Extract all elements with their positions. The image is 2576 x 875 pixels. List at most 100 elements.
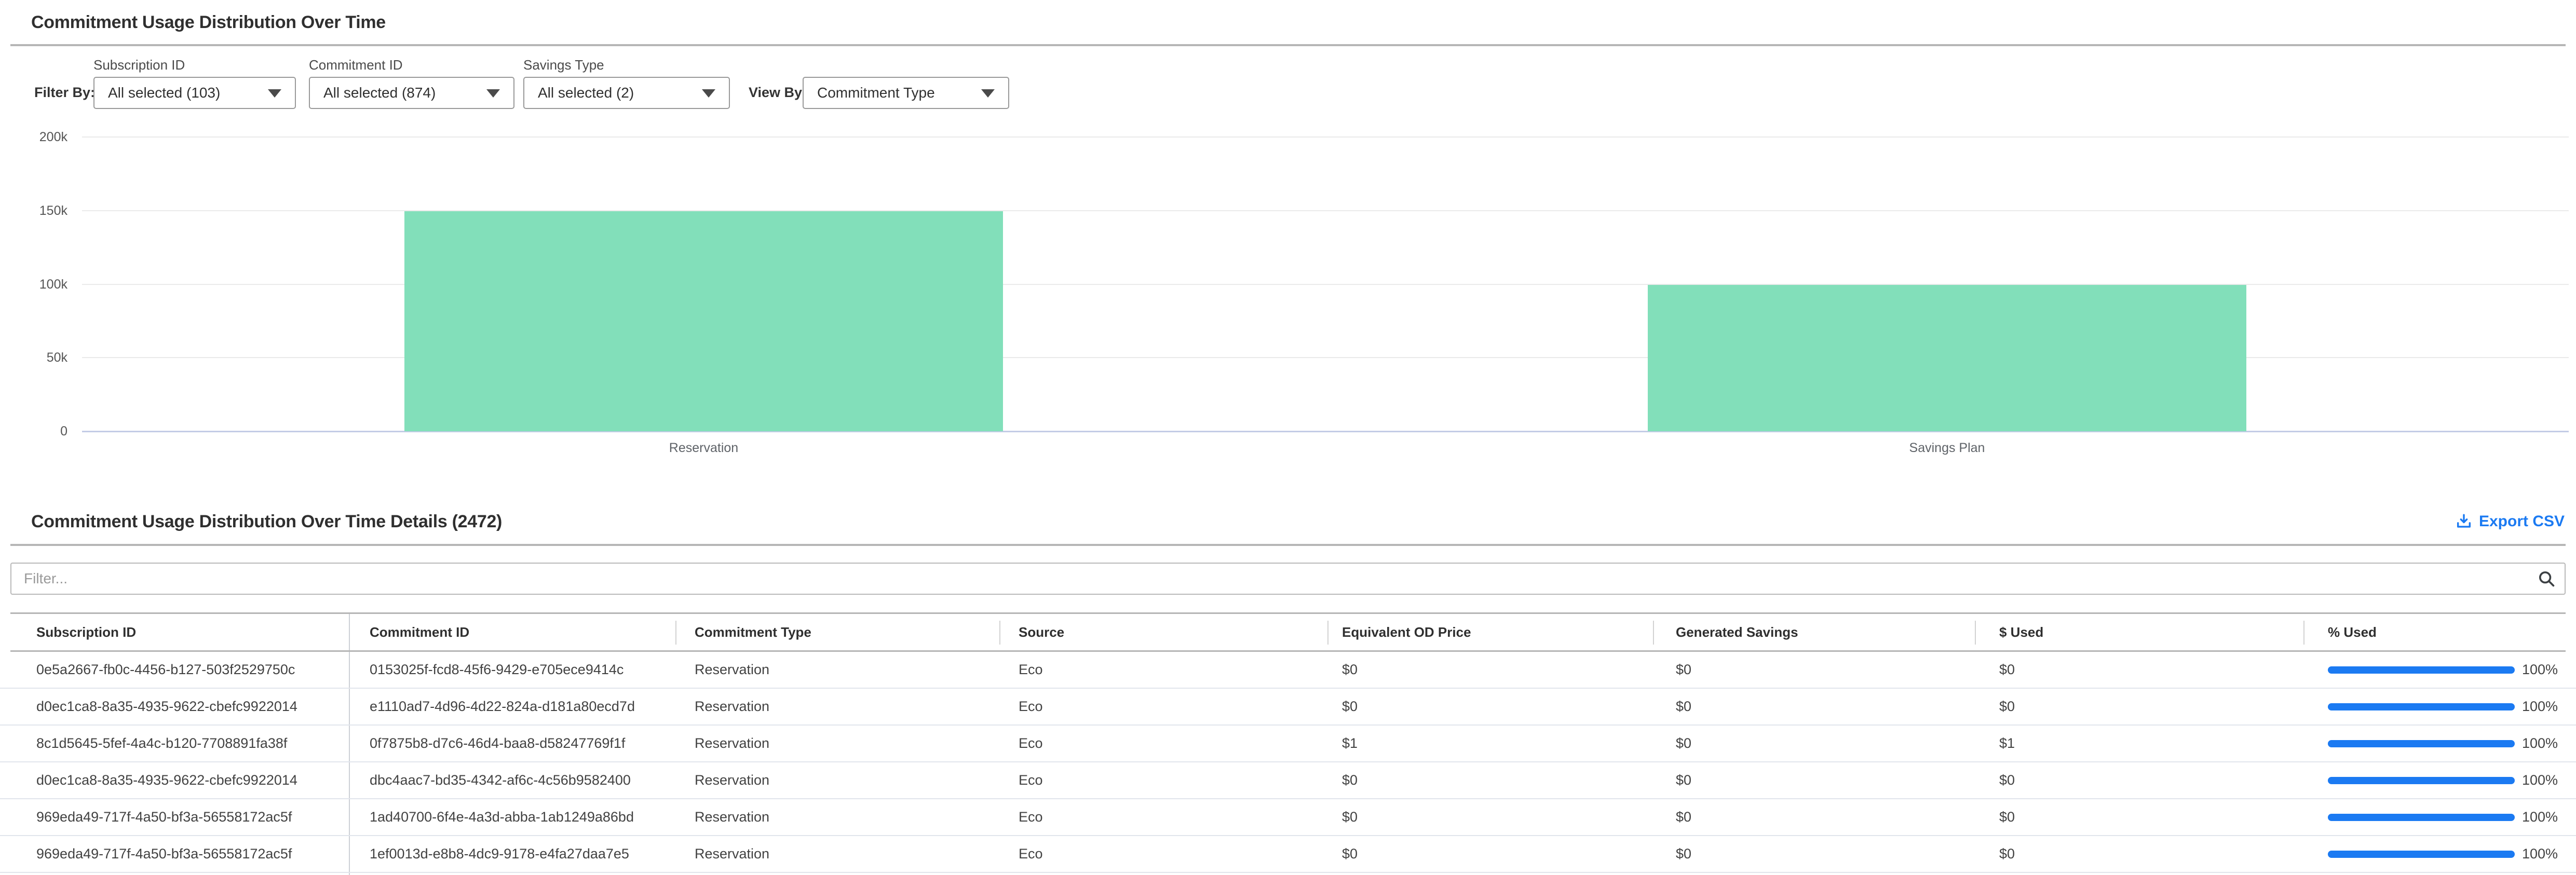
cell-commitment-id: 1ef0013d-e8b8-4dc9-9178-e4fa27daa7e5 xyxy=(370,836,629,872)
column-divider xyxy=(1327,621,1328,645)
column-header-commitment-id[interactable]: Commitment ID xyxy=(370,614,469,650)
cell-pct-used: 100% xyxy=(2522,799,2558,835)
cell-commitment-type: Reservation xyxy=(695,762,769,798)
cell-pct-used: 100% xyxy=(2522,652,2558,688)
column-divider xyxy=(675,621,676,645)
chevron-down-icon xyxy=(702,89,715,98)
column-divider xyxy=(999,621,1000,645)
gridline xyxy=(82,136,2569,138)
cell-equivalent-od-price: $0 xyxy=(1342,762,1358,798)
pct-used-bar xyxy=(2328,703,2515,710)
subscription-id-dropdown[interactable]: All selected (103) xyxy=(93,77,296,109)
cell-used: $0 xyxy=(1999,689,2015,724)
cell-subscription-id: 969eda49-717f-4a50-bf3a-56558172ac5f xyxy=(36,799,292,835)
pct-used-bar xyxy=(2328,777,2515,784)
cell-generated-savings: $0 xyxy=(1676,726,1691,761)
bar-savings-plan[interactable] xyxy=(1648,285,2246,431)
column-header--used[interactable]: % Used xyxy=(2328,614,2377,650)
cell-equivalent-od-price: $0 xyxy=(1342,799,1358,835)
table-row[interactable]: 0e5a2667-fb0c-4456-b127-503f2529750c 0153… xyxy=(0,652,2576,689)
cell-used: $1 xyxy=(1999,726,2015,761)
table-row[interactable]: 969eda49-717f-4a50-bf3a-56558172ac5f 1ef0… xyxy=(0,836,2576,873)
cell-commitment-id: e1110ad7-4d96-4d22-824a-d181a80ecd7d xyxy=(370,689,635,724)
cell-subscription-id: d0ec1ca8-8a35-4935-9622-cbefc9922014 xyxy=(36,762,297,798)
column-header-equivalent-od-price[interactable]: Equivalent OD Price xyxy=(1342,614,1471,650)
column-divider xyxy=(1653,621,1654,645)
y-tick-label: 150k xyxy=(0,203,67,218)
y-tick-label: 200k xyxy=(0,129,67,145)
column-header-subscription-id[interactable]: Subscription ID xyxy=(36,614,136,650)
details-title: Commitment Usage Distribution Over Time … xyxy=(31,512,502,532)
cell-used: $0 xyxy=(1999,652,2015,688)
cell-equivalent-od-price: $0 xyxy=(1342,652,1358,688)
cell-source: Eco xyxy=(1019,652,1043,688)
subscription-id-label: Subscription ID xyxy=(93,57,185,73)
table-row[interactable]: 969eda49-717f-4a50-bf3a-56558172ac5f 1ad4… xyxy=(0,799,2576,836)
cell-source: Eco xyxy=(1019,799,1043,835)
cell-subscription-id: 0e5a2667-fb0c-4456-b127-503f2529750c xyxy=(36,652,295,688)
column-divider xyxy=(2303,621,2304,645)
cell-subscription-id: 8c1d5645-5fef-4a4c-b120-7708891fa38f xyxy=(36,726,287,761)
table-filter-input[interactable] xyxy=(10,563,2566,595)
cell-pct-used: 100% xyxy=(2522,689,2558,724)
commitment-id-label: Commitment ID xyxy=(309,57,403,73)
cell-source: Eco xyxy=(1019,836,1043,872)
cell-generated-savings: $0 xyxy=(1676,689,1691,724)
subscription-id-dropdown-value: All selected (103) xyxy=(108,85,220,101)
cell-source: Eco xyxy=(1019,726,1043,761)
download-icon xyxy=(2455,513,2473,530)
cell-generated-savings: $0 xyxy=(1676,799,1691,835)
column-divider xyxy=(1975,621,1976,645)
cell-commitment-id: dbc4aac7-bd35-4342-af6c-4c56b9582400 xyxy=(370,762,631,798)
section-divider xyxy=(10,44,2566,46)
pct-used-bar xyxy=(2328,814,2515,821)
cell-commitment-type: Reservation xyxy=(695,799,769,835)
x-category-label: Savings Plan xyxy=(1843,440,2051,456)
savings-type-dropdown[interactable]: All selected (2) xyxy=(523,77,730,109)
chevron-down-icon xyxy=(981,89,995,98)
cell-equivalent-od-price: $1 xyxy=(1342,726,1358,761)
cell-commitment-id: 0f7875b8-d7c6-46d4-baa8-d58247769f1f xyxy=(370,726,625,761)
cell-subscription-id: 969eda49-717f-4a50-bf3a-56558172ac5f xyxy=(36,836,292,872)
cell-equivalent-od-price: $0 xyxy=(1342,836,1358,872)
page-title: Commitment Usage Distribution Over Time xyxy=(31,12,386,33)
view-by-dropdown-value: Commitment Type xyxy=(817,85,935,101)
section-divider xyxy=(10,544,2566,546)
table-row[interactable]: d0ec1ca8-8a35-4935-9622-cbefc9922014 e111… xyxy=(0,689,2576,726)
cell-source: Eco xyxy=(1019,762,1043,798)
export-csv-button[interactable]: Export CSV xyxy=(2455,513,2565,530)
table-body: 0e5a2667-fb0c-4456-b127-503f2529750c 0153… xyxy=(0,652,2576,873)
cell-source: Eco xyxy=(1019,689,1043,724)
cell-commitment-id: 1ad40700-6f4e-4a3d-abba-1ab1249a86bd xyxy=(370,799,634,835)
cell-used: $0 xyxy=(1999,799,2015,835)
y-tick-label: 100k xyxy=(0,277,67,292)
pct-used-bar xyxy=(2328,666,2515,674)
table-filter xyxy=(10,563,2566,595)
view-by-dropdown[interactable]: Commitment Type xyxy=(803,77,1009,109)
commitment-id-dropdown[interactable]: All selected (874) xyxy=(309,77,514,109)
cell-generated-savings: $0 xyxy=(1676,762,1691,798)
table-row[interactable]: d0ec1ca8-8a35-4935-9622-cbefc9922014 dbc4… xyxy=(0,762,2576,799)
cell-pct-used: 100% xyxy=(2522,836,2558,872)
bar-reservation[interactable] xyxy=(404,211,1003,431)
column-header-commitment-type[interactable]: Commitment Type xyxy=(695,614,811,650)
column-header--used[interactable]: $ Used xyxy=(1999,614,2043,650)
filter-by-label: Filter By: xyxy=(34,85,95,101)
cell-commitment-type: Reservation xyxy=(695,836,769,872)
column-header-generated-savings[interactable]: Generated Savings xyxy=(1676,614,1798,650)
cell-generated-savings: $0 xyxy=(1676,836,1691,872)
cell-generated-savings: $0 xyxy=(1676,652,1691,688)
cell-equivalent-od-price: $0 xyxy=(1342,689,1358,724)
table-row[interactable]: 8c1d5645-5fef-4a4c-b120-7708891fa38f 0f78… xyxy=(0,726,2576,762)
savings-type-dropdown-value: All selected (2) xyxy=(538,85,634,101)
cell-commitment-id: 0153025f-fcd8-45f6-9429-e705ece9414c xyxy=(370,652,623,688)
cell-pct-used: 100% xyxy=(2522,762,2558,798)
y-tick-label: 0 xyxy=(0,423,67,439)
cell-used: $0 xyxy=(1999,762,2015,798)
pct-used-bar xyxy=(2328,851,2515,858)
cell-subscription-id: d0ec1ca8-8a35-4935-9622-cbefc9922014 xyxy=(36,689,297,724)
search-icon[interactable] xyxy=(2537,569,2556,589)
table-header-row: Subscription ID Commitment ID Commitment T… xyxy=(10,612,2566,652)
cell-pct-used: 100% xyxy=(2522,726,2558,761)
column-header-source[interactable]: Source xyxy=(1019,614,1064,650)
